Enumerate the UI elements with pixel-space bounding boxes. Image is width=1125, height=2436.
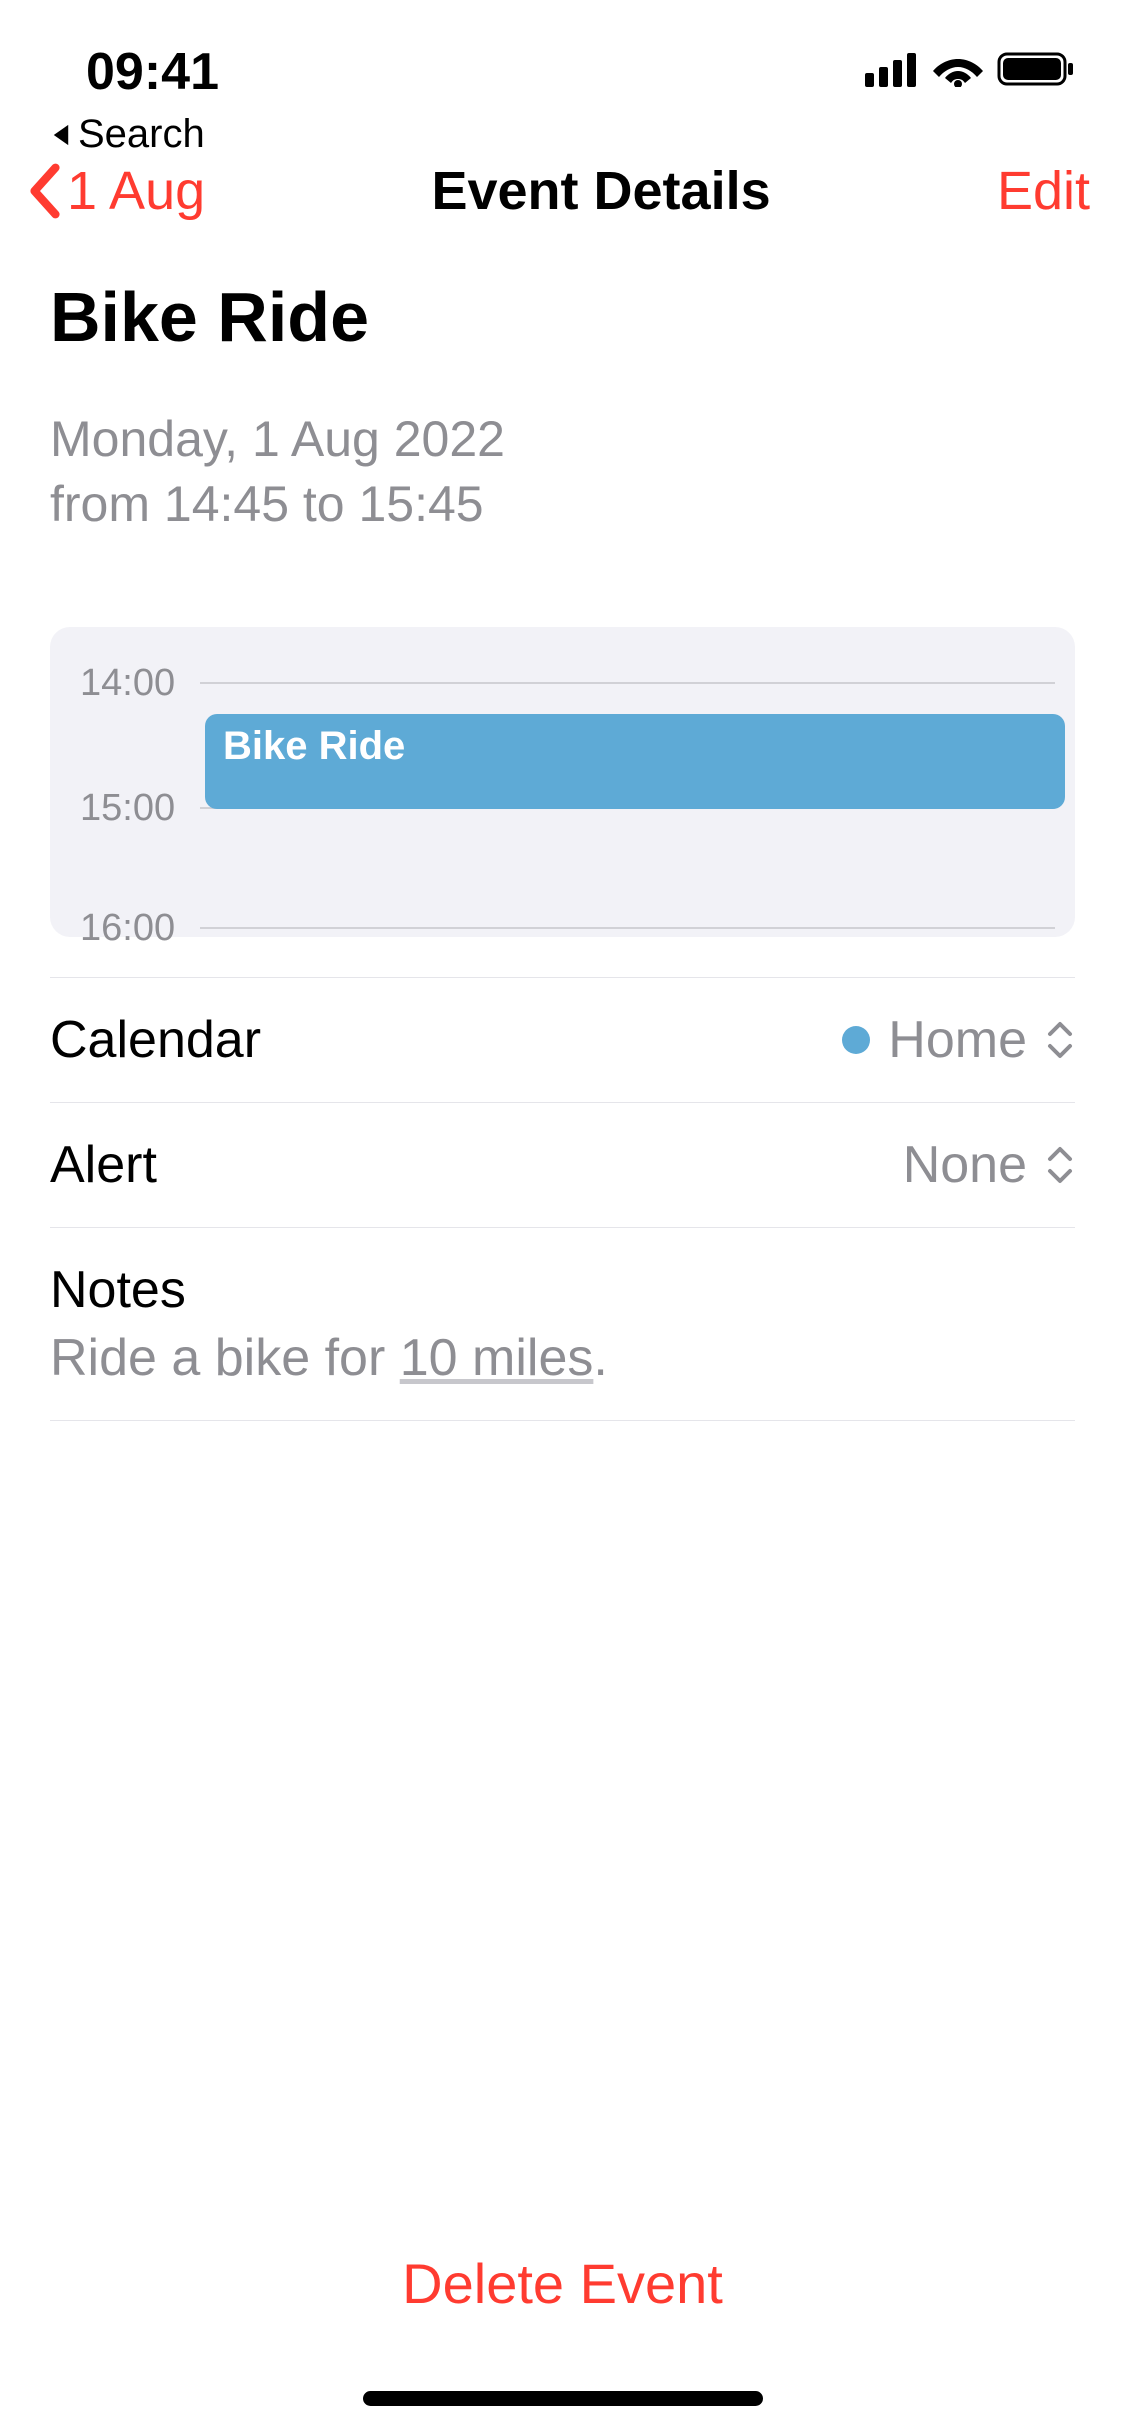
up-down-chevron-icon [1045,1018,1075,1062]
alert-row[interactable]: Alert None [50,1102,1075,1227]
status-indicators [865,42,1075,88]
chevron-left-icon [25,163,65,219]
battery-icon [997,50,1075,88]
timeline-event-block[interactable]: Bike Ride [205,714,1065,809]
back-app-label: Search [78,112,205,157]
calendar-color-dot [842,1026,870,1054]
wifi-icon [933,51,983,87]
timeline: 14:00 15:00 16:00 Bike Ride [50,627,1075,937]
timeline-event-label: Bike Ride [223,724,405,768]
notes-text-before: Ride a bike for [50,1329,400,1387]
timeline-hour: 14:00 [80,682,1055,684]
notes-label: Notes [50,1260,1075,1320]
notes-text: Ride a bike for 10 miles. [50,1328,1075,1388]
nav-back-button[interactable]: 1 Aug [25,160,205,222]
alert-value: None [903,1135,1027,1195]
event-time-line: from 14:45 to 15:45 [50,472,1075,537]
cellular-signal-icon [865,51,919,87]
event-title: Bike Ride [50,277,1075,357]
delete-event-button[interactable]: Delete Event [0,2251,1125,2316]
status-time: 09:41 [50,42,219,102]
alert-value-group: None [903,1135,1075,1195]
alert-label: Alert [50,1135,157,1195]
calendar-value-group: Home [842,1010,1075,1070]
event-datetime: Monday, 1 Aug 2022 from 14:45 to 15:45 [50,407,1075,537]
notes-text-after: . [593,1329,607,1387]
page-title: Event Details [431,160,770,222]
home-indicator[interactable] [363,2391,763,2406]
calendar-row[interactable]: Calendar Home [50,977,1075,1102]
timeline-hour-label: 14:00 [80,662,200,705]
content: Bike Ride Monday, 1 Aug 2022 from 14:45 … [0,262,1125,1421]
status-left: 09:41 Search [50,42,219,157]
timeline-gridline [200,927,1055,929]
timeline-hour: 16:00 [80,927,1055,929]
status-bar: 09:41 Search [0,0,1125,120]
timeline-gridline [200,682,1055,684]
timeline-hour-label: 16:00 [80,907,200,950]
event-date-line: Monday, 1 Aug 2022 [50,407,1075,472]
notes-row: Notes Ride a bike for 10 miles. [50,1227,1075,1421]
calendar-label: Calendar [50,1010,261,1070]
edit-button[interactable]: Edit [997,160,1090,222]
back-to-app-button[interactable]: Search [50,112,205,157]
up-down-chevron-icon [1045,1143,1075,1187]
notes-underlined: 10 miles [400,1329,594,1387]
nav-back-label: 1 Aug [67,160,205,222]
calendar-value: Home [888,1010,1027,1070]
back-triangle-icon [50,122,72,148]
timeline-hour-label: 15:00 [80,787,200,830]
